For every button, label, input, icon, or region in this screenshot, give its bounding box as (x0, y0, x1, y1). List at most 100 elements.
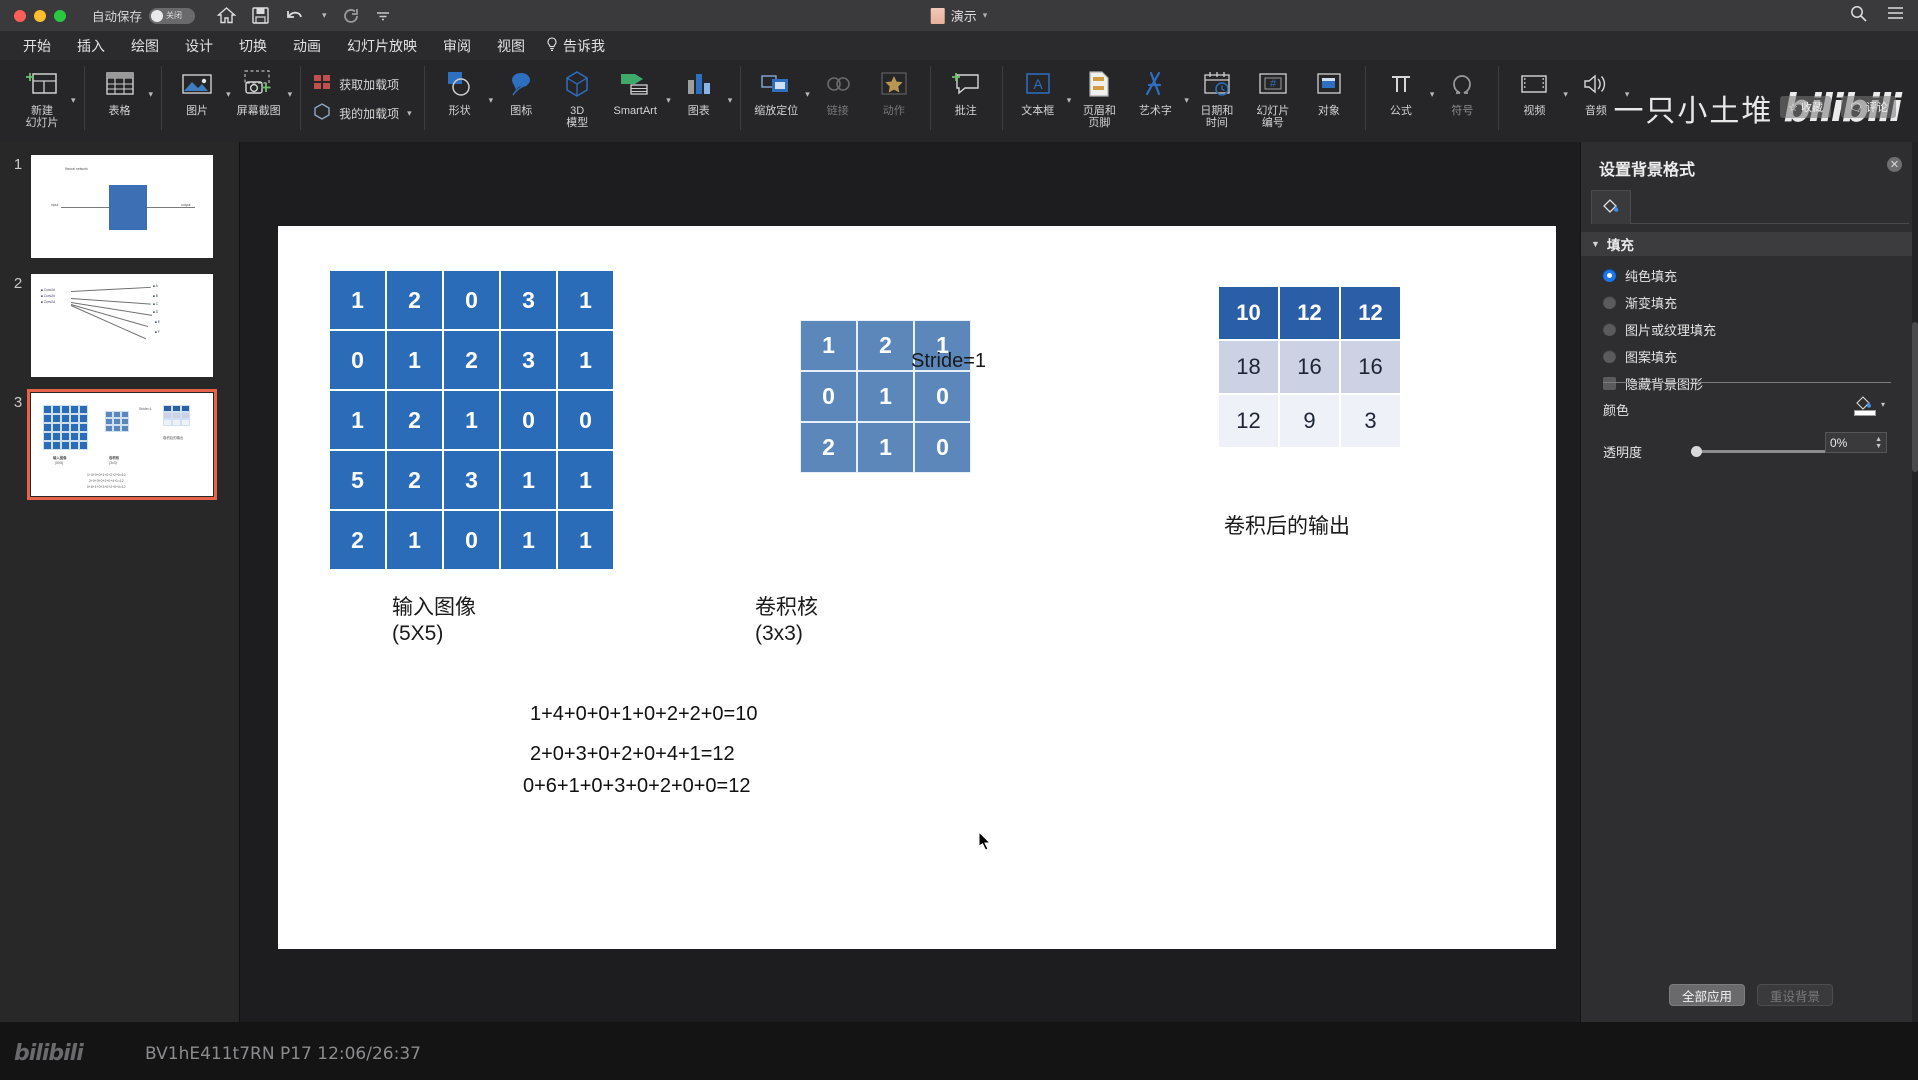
tab-fill[interactable] (1591, 190, 1631, 224)
picture-icon (181, 66, 213, 102)
shapes-button[interactable]: 形状 (432, 62, 488, 117)
chevron-down-icon[interactable]: ▼ (1591, 239, 1600, 249)
tab-slideshow[interactable]: 幻灯片放映 (334, 34, 430, 58)
slide-editing-stage[interactable]: 1 2 0 3 1 0 1 2 3 1 1 2 1 0 0 5 2 3 1 1 (240, 142, 1580, 1022)
tab-draw[interactable]: 绘图 (118, 34, 172, 58)
video-button[interactable]: 视频 (1506, 62, 1562, 117)
home-icon[interactable] (217, 7, 237, 24)
save-icon[interactable] (252, 7, 269, 24)
format-background-panel[interactable]: 设置背景格式 ✕ ▼ 填充 纯色填充 渐变填充 图片或纹理填充 图案填充 隐藏背… (1580, 142, 1918, 1022)
fill-section-header[interactable]: ▼ 填充 (1581, 232, 1918, 256)
chevron-down-icon[interactable]: ▾ (1881, 400, 1885, 409)
thumbnail-row-2[interactable]: 2 ■ Conv2d ■ Conv2d ■ Conv2d ■ A ■ B ■ C… (0, 261, 239, 380)
transparency-label: 透明度 (1603, 445, 1643, 460)
undo-dropdown-icon[interactable]: ▾ (322, 10, 327, 21)
tell-me-box[interactable]: 告诉我 (538, 36, 605, 56)
wordart-button[interactable]: 艺术字 (1127, 62, 1183, 117)
table-button[interactable]: 表格 (92, 62, 148, 117)
radio-solid-fill[interactable] (1603, 269, 1616, 282)
object-button[interactable]: 对象 (1301, 62, 1357, 117)
thumbnail-row-1[interactable]: 1 Neural network input output (0, 142, 239, 261)
convolution-kernel-matrix[interactable]: 1 2 1 0 1 0 2 1 0 (800, 320, 971, 473)
output-matrix[interactable]: 10 12 12 18 16 16 12 9 3 (1218, 286, 1401, 448)
fill-option-solid[interactable]: 纯色填充 (1603, 266, 1716, 285)
picture-button[interactable]: 图片 (169, 62, 225, 117)
slide-number-button[interactable]: # 幻灯片 编号 (1245, 62, 1301, 129)
close-icon[interactable]: ✕ (1887, 157, 1902, 172)
close-window-button[interactable] (14, 9, 26, 22)
chart-button[interactable]: 图表 (671, 62, 727, 117)
date-time-button[interactable]: 日期和 时间 (1189, 62, 1245, 129)
autosave-toggle[interactable]: 关闭 (149, 7, 196, 24)
screenshot-dropdown-icon[interactable]: ▾ (288, 79, 293, 100)
chevron-down-icon[interactable]: ▾ (983, 10, 988, 21)
redo-icon[interactable] (343, 8, 360, 24)
checkbox-hide-background-graphics[interactable] (1603, 377, 1616, 390)
fill-option-hide-graphics[interactable]: 隐藏背景图形 (1603, 374, 1716, 393)
color-picker-button[interactable]: ▾ (1852, 392, 1885, 416)
radio-picture-fill[interactable] (1603, 323, 1616, 336)
slide-thumbnail-1[interactable]: Neural network input output (31, 155, 213, 258)
tab-insert[interactable]: 插入 (64, 34, 118, 63)
equation-button[interactable]: 公式 (1373, 62, 1429, 117)
current-slide-canvas[interactable]: 1 2 0 3 1 0 1 2 3 1 1 2 1 0 0 5 2 3 1 1 (278, 226, 1556, 949)
get-addins-button[interactable]: 获取加载项 (308, 70, 416, 99)
window-controls[interactable] (14, 9, 66, 22)
slide-thumbnail-3[interactable]: Stride=1 输入图像 (5X5) 卷积核 (3x3) 卷积后的输出 1+4… (27, 389, 217, 500)
radio-pattern-fill[interactable] (1603, 350, 1616, 363)
fill-option-pattern[interactable]: 图案填充 (1603, 347, 1716, 366)
thumbnail-row-3[interactable]: 3 Stride=1 输入图像 (5X5) 卷积核 (3x3) 卷积后的输出 1… (0, 380, 239, 500)
new-slide-dropdown-icon[interactable]: ▾ (71, 85, 76, 106)
document-title-area[interactable]: 演示 ▾ (930, 6, 988, 25)
comment-overlay-button[interactable]: 🗨 评论 (1841, 96, 1896, 118)
fill-option-gradient[interactable]: 渐变填充 (1603, 293, 1716, 312)
3d-model-button[interactable]: 3D 模型 (549, 62, 605, 129)
slide-thumbnail-panel[interactable]: 1 Neural network input output 2 ■ Conv2d… (0, 142, 240, 1022)
icons-button[interactable]: 图标 (493, 62, 549, 117)
comment-button[interactable]: 批注 (938, 62, 994, 117)
video-icon (1519, 66, 1549, 102)
zoom-locate-button[interactable]: 缩放定位 (748, 62, 804, 117)
my-addins-button[interactable]: 我的加载项 ▾ (308, 99, 416, 128)
symbol-button[interactable]: 符号 (1434, 62, 1490, 117)
screenshot-button[interactable]: 屏幕截图 (231, 62, 287, 117)
output-cell: 12 (1279, 286, 1340, 340)
apply-to-all-button[interactable]: 全部应用 (1669, 984, 1746, 1006)
spinner-arrows-icon[interactable]: ▲ ▼ (1875, 436, 1882, 450)
scrollbar-thumb[interactable] (1912, 322, 1918, 472)
tab-home[interactable]: 开始 (10, 34, 64, 58)
undo-icon[interactable] (285, 8, 305, 24)
panel-scrollbar[interactable] (1912, 142, 1918, 1022)
tab-animations[interactable]: 动画 (280, 34, 334, 58)
tab-transitions[interactable]: 切换 (226, 34, 280, 58)
equation-label: 公式 (1389, 105, 1412, 117)
hide-graphics-label: 隐藏背景图形 (1625, 377, 1704, 392)
header-footer-button[interactable]: 页眉和 页脚 (1071, 62, 1127, 129)
menu-icon[interactable] (1887, 6, 1904, 25)
new-slide-button[interactable]: 新建 幻灯片 (14, 62, 70, 129)
transparency-spinner[interactable]: 0% ▲ ▼ (1825, 432, 1887, 453)
smartart-button[interactable]: SmartArt (605, 62, 665, 117)
fill-option-picture[interactable]: 图片或纹理填充 (1603, 320, 1716, 339)
current-color-swatch (1853, 410, 1876, 416)
minimize-window-button[interactable] (34, 9, 46, 22)
ribbon-group-comments: 批注 (929, 60, 1002, 138)
tab-view[interactable]: 视图 (484, 34, 538, 58)
radio-gradient-fill[interactable] (1603, 296, 1616, 309)
autosave-control[interactable]: 自动保存 关闭 (92, 6, 196, 25)
table-dropdown-icon[interactable]: ▾ (149, 79, 154, 100)
slide-thumbnail-2[interactable]: ■ Conv2d ■ Conv2d ■ Conv2d ■ A ■ B ■ C ■… (31, 274, 213, 377)
link-button: 链接 (810, 62, 866, 117)
more-commands-icon[interactable] (376, 11, 390, 21)
search-icon[interactable] (1850, 5, 1867, 27)
input-image-matrix[interactable]: 1 2 0 3 1 0 1 2 3 1 1 2 1 0 0 5 2 3 1 1 (329, 270, 614, 570)
favorite-button[interactable]: ☆ 收藏 (1780, 96, 1832, 118)
maximize-window-button[interactable] (54, 9, 66, 22)
textbox-button[interactable]: A 文本框 (1010, 62, 1066, 117)
tab-design[interactable]: 设计 (172, 34, 226, 58)
tab-review[interactable]: 审阅 (430, 34, 484, 58)
slider-handle[interactable] (1691, 446, 1702, 457)
my-addins-dropdown-icon[interactable]: ▾ (407, 108, 412, 119)
chart-dropdown-icon[interactable]: ▾ (728, 85, 733, 106)
quick-access-toolbar: ▾ (217, 7, 390, 24)
